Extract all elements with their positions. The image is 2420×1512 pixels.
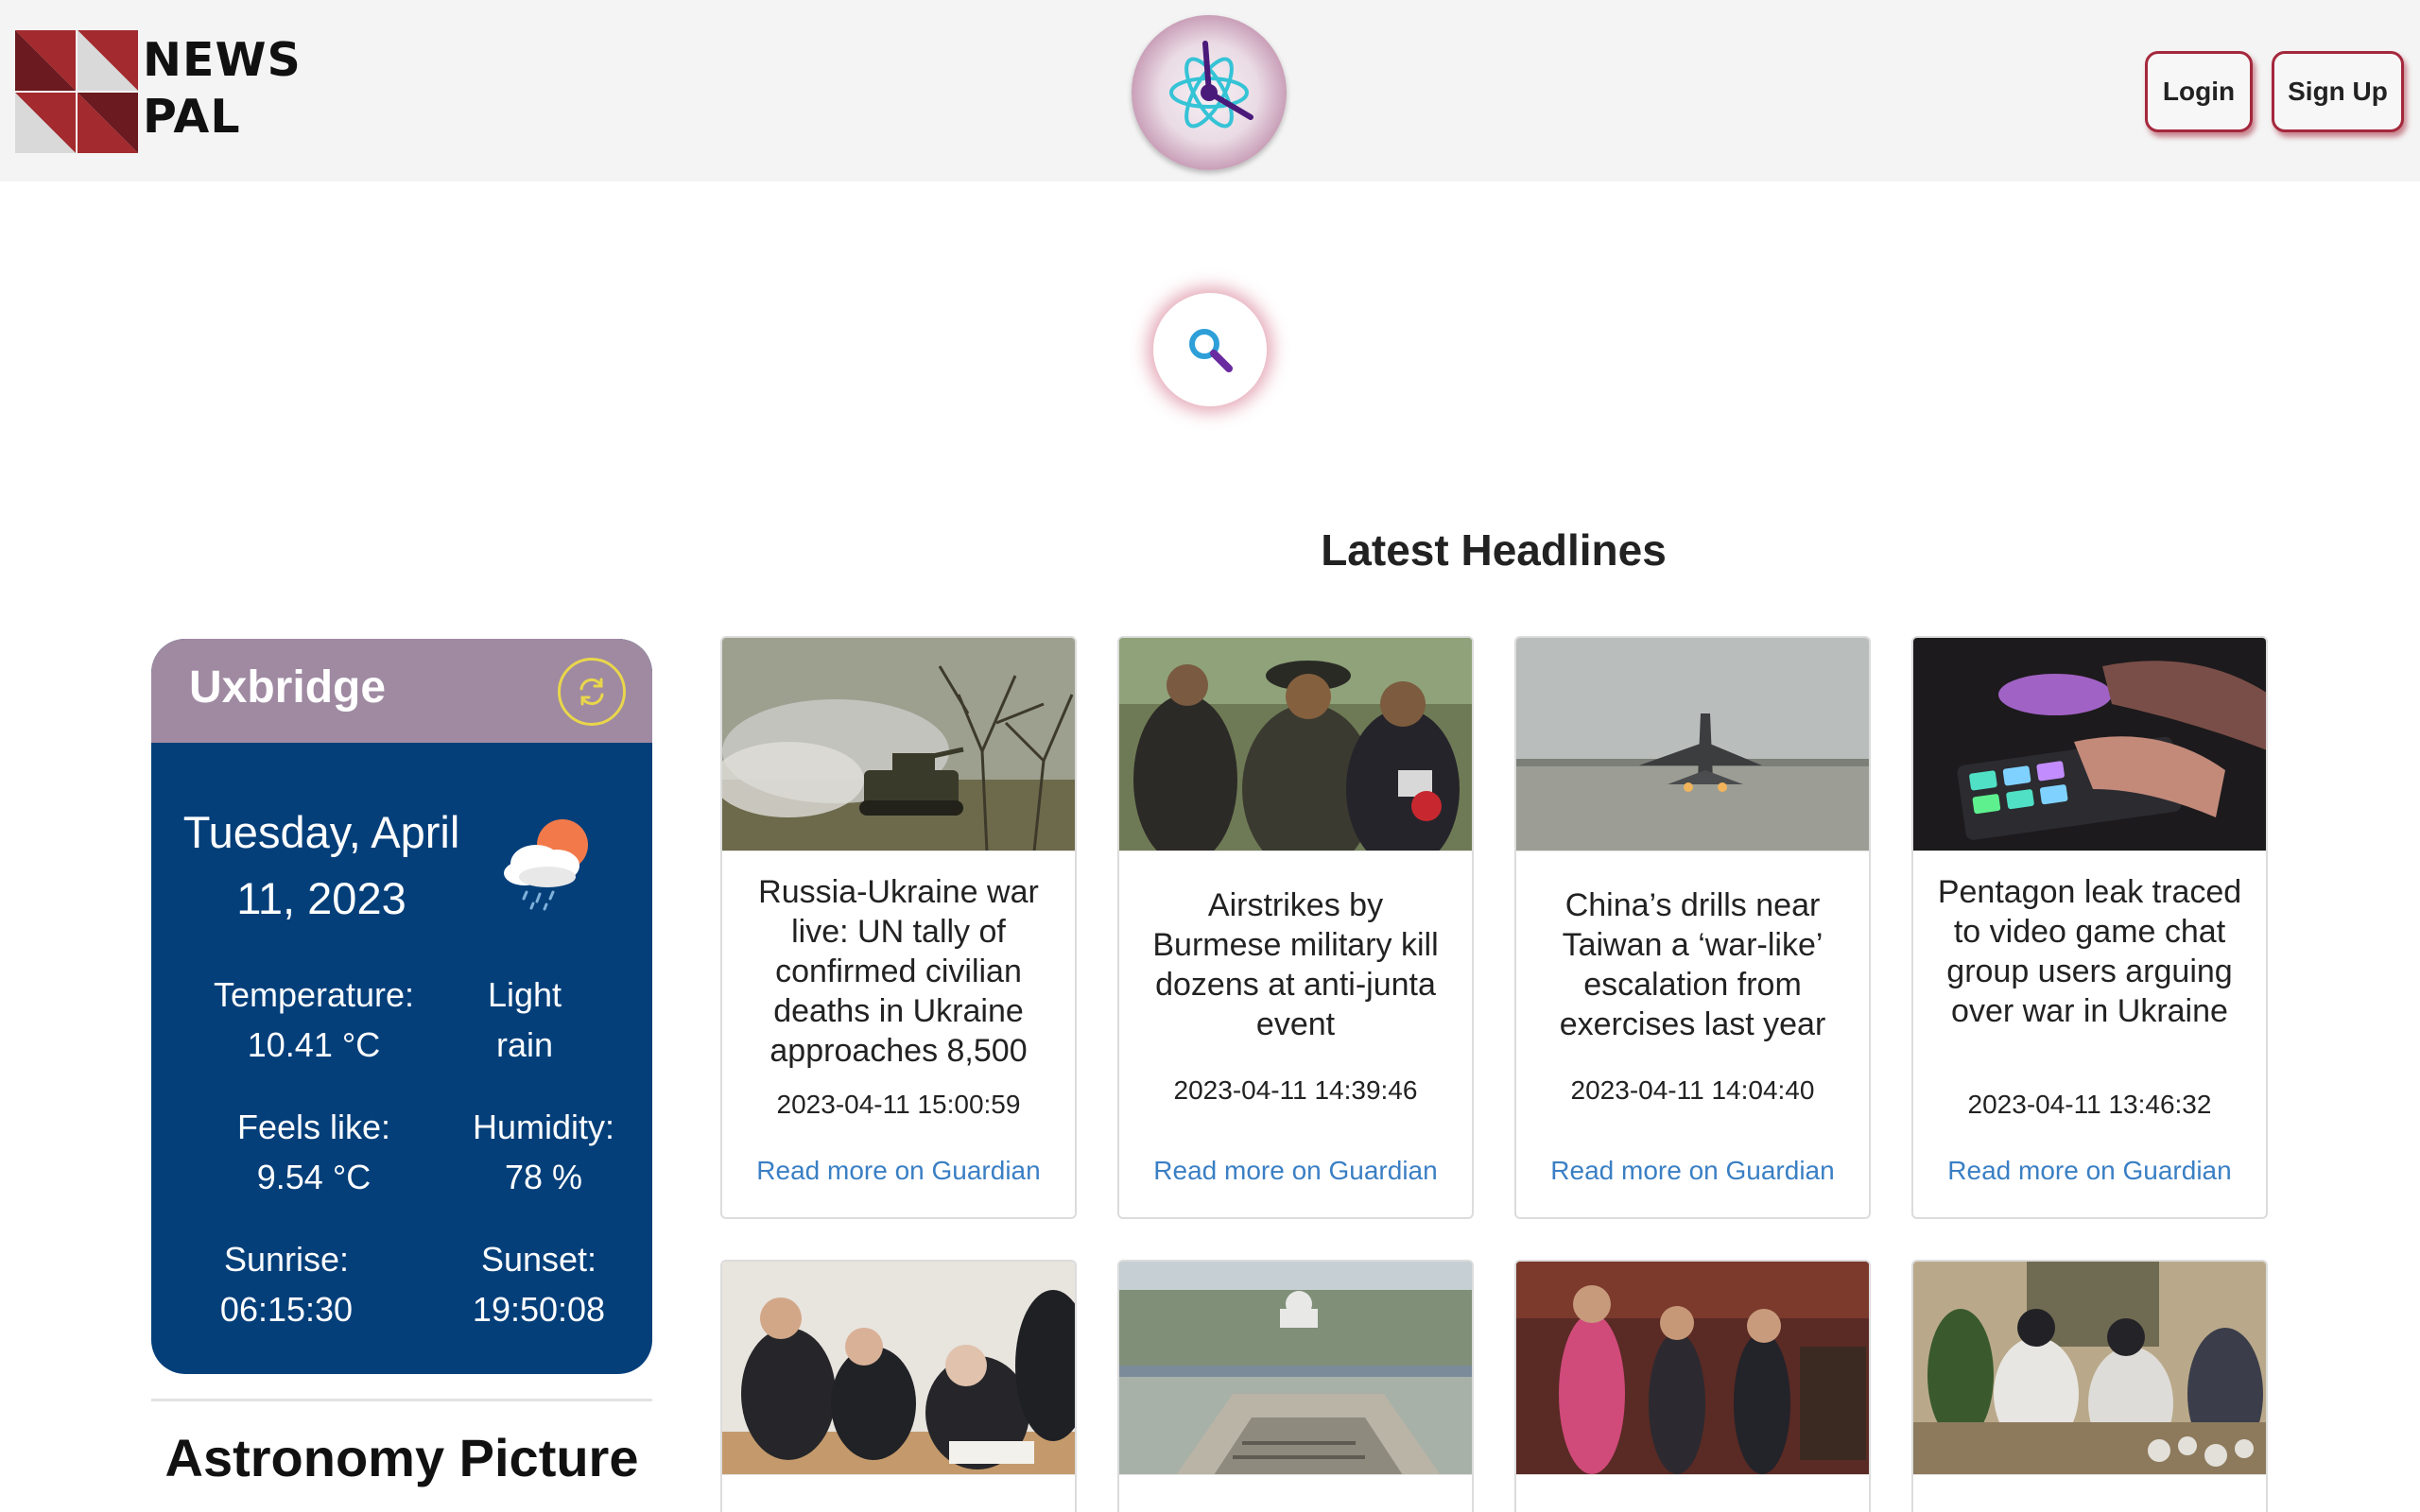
news-card-image[interactable]	[1119, 1262, 1472, 1475]
latest-headlines-title: Latest Headlines	[1321, 525, 1667, 575]
news-card[interactable]	[720, 1260, 1077, 1512]
humidity-label: Humidity:	[472, 1108, 615, 1146]
temperature-label: Temperature:	[213, 975, 415, 1014]
news-card-date: 2023-04-11 14:39:46	[1173, 1075, 1418, 1105]
news-card[interactable]	[1911, 1260, 2268, 1512]
sidebar-divider	[151, 1399, 652, 1401]
sunrise-value: 06:15:30	[219, 1290, 354, 1329]
news-card-image[interactable]	[1119, 638, 1472, 851]
weather-city: Uxbridge	[189, 662, 387, 713]
news-card-body: Pentagon leak traced to video game chat …	[1913, 851, 2266, 1217]
refresh-weather-button[interactable]	[558, 658, 626, 726]
news-card-image[interactable]	[1516, 1262, 1869, 1475]
feels-like-label: Feels like:	[236, 1108, 391, 1146]
news-card-image[interactable]	[1913, 1262, 2266, 1475]
feels-like-block: Feels like: 9.54 °C	[191, 1102, 437, 1202]
feels-like-value: 9.54 °C	[256, 1158, 372, 1196]
description-line2: rain	[495, 1025, 554, 1064]
news-card-body: Russia-Ukraine war live: UN tally of con…	[722, 851, 1075, 1217]
news-card-date: 2023-04-11 13:46:32	[1967, 1090, 2212, 1119]
newspal-logo[interactable]: NEWS PAL	[15, 28, 302, 153]
humidity-value: 78 %	[504, 1158, 583, 1196]
news-card-title: Russia-Ukraine war live: UN tally of con…	[758, 874, 1039, 1069]
read-more-link[interactable]: Read more on Guardian	[1119, 1156, 1472, 1186]
news-card-body: Airstrikes by Burmese military kill doze…	[1119, 851, 1472, 1217]
news-card-date: 2023-04-11 15:00:59	[776, 1090, 1021, 1119]
sunrise-label: Sunrise:	[223, 1240, 350, 1279]
news-card[interactable]	[1117, 1260, 1474, 1512]
news-card-image[interactable]	[722, 1262, 1075, 1475]
news-card-image[interactable]	[1516, 638, 1869, 851]
read-more-link[interactable]: Read more on Guardian	[1913, 1156, 2266, 1186]
temperature-block: Temperature: 10.41 °C	[191, 970, 437, 1070]
sunset-value: 19:50:08	[472, 1290, 606, 1329]
description-line1: Light	[487, 975, 562, 1014]
search-icon	[1189, 329, 1233, 372]
news-card-image[interactable]	[722, 638, 1075, 851]
news-card[interactable]: Russia-Ukraine war live: UN tally of con…	[720, 636, 1077, 1219]
description-block: Light rain	[468, 970, 581, 1070]
temperature-value: 10.41 °C	[247, 1025, 381, 1064]
cloud-sun-rain-icon	[504, 819, 588, 911]
weather-header: Uxbridge	[151, 639, 652, 743]
header: NEWS PAL Login Sign Up	[0, 0, 2420, 181]
news-card[interactable]: China’s drills near Taiwan a ‘war-like’ …	[1514, 636, 1871, 1219]
logo-triangles-icon	[15, 30, 138, 153]
search-button[interactable]	[1153, 293, 1267, 406]
signup-button[interactable]: Sign Up	[2272, 51, 2404, 132]
news-card[interactable]: Airstrikes by Burmese military kill doze…	[1117, 636, 1474, 1219]
weather-date: Tuesday, April 11, 2023	[182, 807, 460, 923]
sunrise-block: Sunrise: 06:15:30	[182, 1234, 390, 1334]
news-card-title: Airstrikes by Burmese military kill doze…	[1152, 887, 1439, 1042]
sunset-block: Sunset: 19:50:08	[435, 1234, 643, 1334]
atom-clock-icon	[1169, 41, 1253, 129]
news-card-title: China’s drills near Taiwan a ‘war-like’ …	[1559, 887, 1826, 1042]
news-card[interactable]	[1514, 1260, 1871, 1512]
sunset-label: Sunset:	[480, 1240, 597, 1279]
news-card-image[interactable]	[1913, 638, 2266, 851]
astronomy-picture-title: Astronomy Picture	[164, 1428, 639, 1487]
news-card-date: 2023-04-11 14:04:40	[1570, 1075, 1815, 1105]
refresh-icon	[579, 678, 604, 706]
weather-widget: Uxbridge Tuesday, April 11, 2023 Tempera…	[151, 639, 652, 1374]
read-more-link[interactable]: Read more on Guardian	[1516, 1156, 1869, 1186]
read-more-link[interactable]: Read more on Guardian	[722, 1156, 1075, 1186]
news-card-title: Pentagon leak traced to video game chat …	[1937, 874, 2242, 1029]
news-card-body: China’s drills near Taiwan a ‘war-like’ …	[1516, 851, 1869, 1217]
logo-text: NEWS PAL	[143, 32, 302, 146]
humidity-block: Humidity: 78 %	[440, 1102, 648, 1202]
login-button[interactable]: Login	[2145, 51, 2253, 132]
logo-line-news: NEWS	[143, 33, 302, 87]
atom-clock-logo[interactable]	[1132, 15, 1287, 170]
logo-line-pal: PAL	[143, 90, 241, 144]
news-card[interactable]: Pentagon leak traced to video game chat …	[1911, 636, 2268, 1219]
